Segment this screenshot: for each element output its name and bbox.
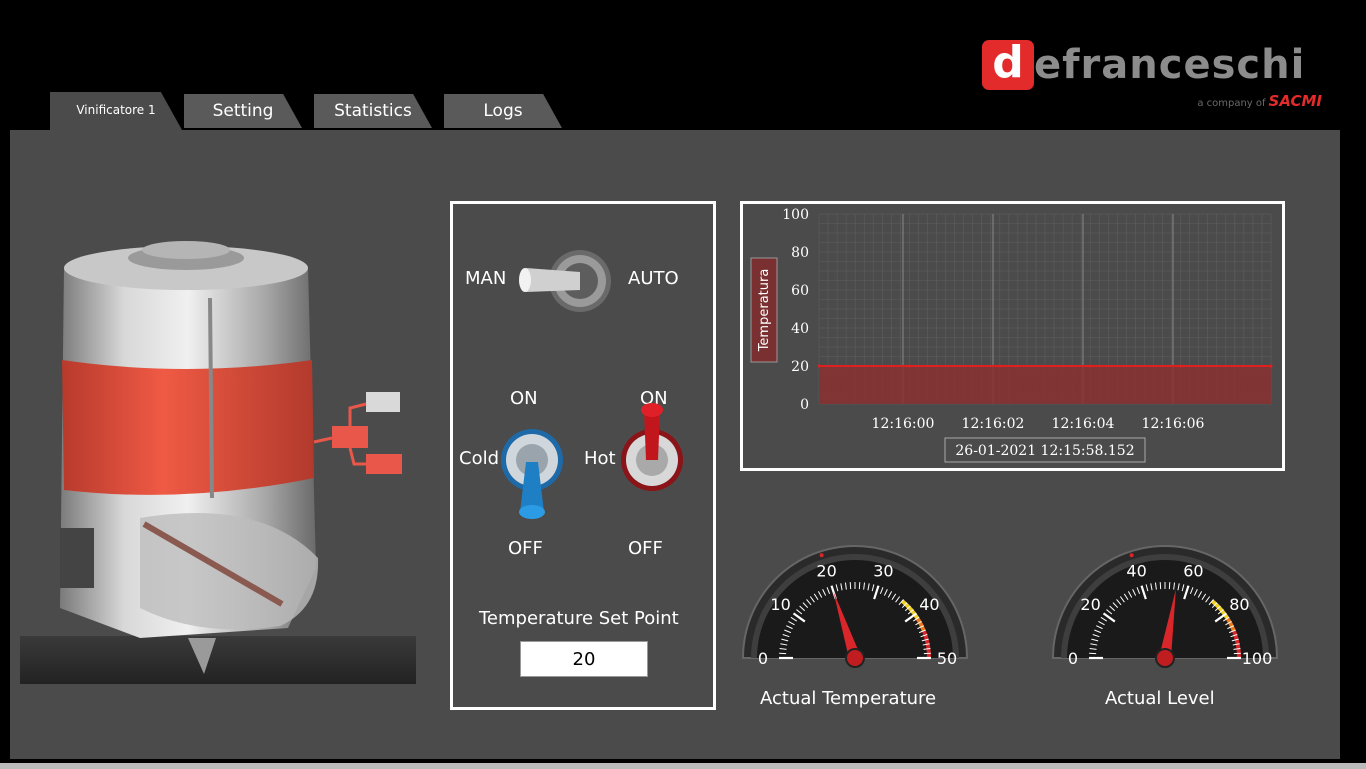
logo-company-line: a company of SACMI	[1197, 92, 1322, 110]
gauge-tick-label: 40	[919, 595, 939, 614]
company-prefix: a company of	[1197, 98, 1266, 109]
y-axis-label: Temperatura	[757, 269, 772, 353]
man-auto-switch[interactable]	[516, 248, 614, 314]
setpoint-input[interactable]: 20	[520, 641, 648, 677]
temperature-chart: 12:16:00 12:16:02 12:16:04 12:16:06 0 20 40 60 8…	[750, 207, 1273, 463]
data-point	[998, 364, 1002, 368]
gauge-hub	[845, 648, 865, 668]
hot-toggle-switch[interactable]	[620, 396, 684, 494]
x-tick-label: 12:16:06	[1142, 416, 1205, 432]
cold-label: Cold	[459, 448, 500, 469]
gauge-tick-label: 20	[816, 562, 836, 581]
gauge-tick-label: 40	[1126, 562, 1146, 581]
gauge-tick-label: 30	[873, 562, 893, 581]
mode-man-label: MAN	[465, 268, 507, 289]
timestamp-label: 26-01-2021 12:15:58.152	[955, 443, 1134, 459]
defranceschi-logo: d efranceschi a company of SACMI	[982, 40, 1322, 110]
y-tick-label: 0	[800, 397, 809, 413]
hot-off-label: OFF	[628, 538, 663, 559]
temperature-gauge: 0 10 20 30 40 50	[741, 545, 969, 668]
setpoint-label: Temperature Set Point	[479, 608, 679, 629]
data-point	[1269, 364, 1273, 368]
gauge-tick-label: 80	[1229, 595, 1249, 614]
x-tick-label: 12:16:00	[872, 416, 935, 432]
actual-temperature-label: Actual Temperature	[760, 688, 937, 709]
gauge-tick-label: 0	[758, 649, 768, 668]
data-point	[907, 364, 911, 368]
gauge-tick-label: 0	[1068, 649, 1078, 668]
tab-setting[interactable]: Setting	[184, 94, 302, 128]
data-point	[817, 364, 821, 368]
hot-label: Hot	[584, 448, 616, 469]
y-tick-label: 60	[791, 283, 809, 299]
x-tick-label: 12:16:04	[1052, 416, 1115, 432]
y-tick-label: 40	[791, 321, 809, 337]
logo-letter-box: d	[982, 40, 1034, 90]
data-point	[1179, 364, 1183, 368]
data-point	[1088, 364, 1092, 368]
mode-auto-label: AUTO	[628, 268, 679, 289]
gauge-tick-label: 10	[770, 595, 790, 614]
gauge-tick-label: 100	[1242, 649, 1273, 668]
gauge-tick-label: 60	[1183, 562, 1203, 581]
y-tick-label: 80	[791, 245, 809, 261]
cold-toggle-switch[interactable]	[500, 428, 564, 524]
gauge-tick-label: 20	[1080, 595, 1100, 614]
gauge-hub	[1155, 648, 1175, 668]
wine-tank-illustration	[20, 241, 416, 684]
y-tick-label: 100	[782, 207, 809, 223]
tab-logs[interactable]: Logs	[444, 94, 562, 128]
tab-statistics[interactable]: Statistics	[314, 94, 432, 128]
x-tick-label: 12:16:02	[962, 416, 1025, 432]
cold-off-label: OFF	[508, 538, 543, 559]
tab-vinificatore-1[interactable]: Vinificatore 1	[50, 92, 182, 130]
y-tick-label: 20	[791, 359, 809, 375]
company-name: SACMI	[1268, 92, 1322, 110]
gauge-marker	[819, 553, 824, 558]
logo-name: efranceschi	[1034, 42, 1306, 88]
level-gauge: 0 20 40 60 80 100	[1051, 545, 1279, 668]
window-bottom-edge	[0, 763, 1366, 769]
cold-on-label: ON	[510, 388, 538, 409]
actual-level-label: Actual Level	[1105, 688, 1215, 709]
gauge-tick-label: 50	[937, 649, 957, 668]
gauge-marker	[1129, 553, 1134, 558]
series-area	[819, 366, 1271, 404]
